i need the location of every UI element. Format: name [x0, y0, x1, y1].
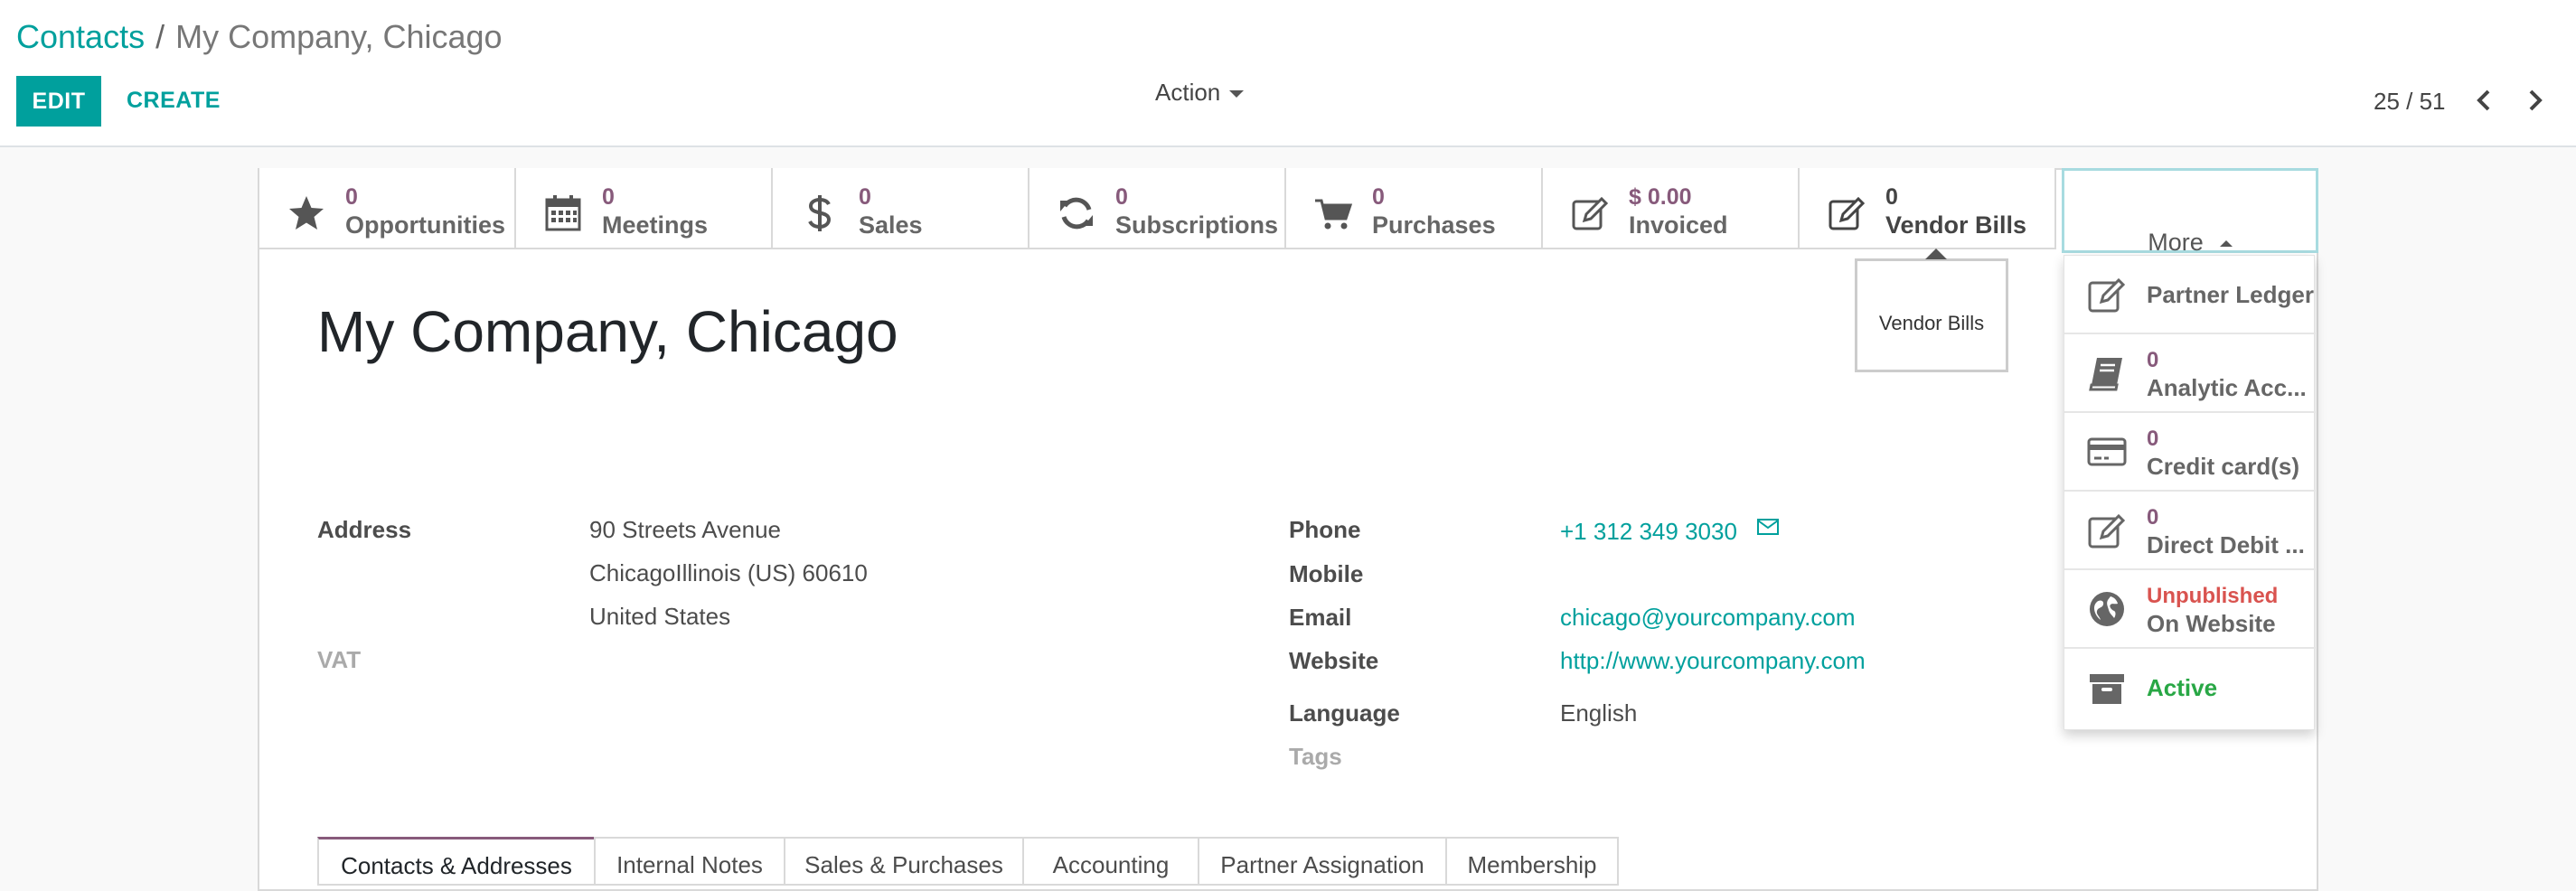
- breadcrumb-contacts-link[interactable]: Contacts: [16, 18, 145, 55]
- meetings-label: Meetings: [602, 211, 709, 239]
- phone-link[interactable]: +1 312 349 3030: [1560, 518, 1737, 546]
- calendar-icon: [543, 193, 583, 233]
- vendor-bills-count: 0: [1885, 184, 1898, 210]
- meetings-button[interactable]: 0 Meetings: [516, 168, 773, 249]
- credit-cards-label: Credit card(s): [2147, 453, 2300, 480]
- tab-contacts-addresses[interactable]: Contacts & Addresses: [317, 837, 596, 884]
- website-link[interactable]: http://www.yourcompany.com: [1560, 647, 1866, 675]
- sales-label: Sales: [859, 211, 923, 239]
- address-city: ChicagoIllinois (US) 60610: [589, 559, 868, 586]
- mobile-label: Mobile: [1289, 560, 1364, 587]
- globe-icon: [2086, 588, 2128, 630]
- subscriptions-label: Subscriptions: [1115, 211, 1279, 239]
- analytic-accounts-button[interactable]: 0 Analytic Acc...: [2064, 334, 2316, 413]
- active-toggle-button[interactable]: Active: [2064, 649, 2316, 727]
- vendor-bills-button[interactable]: 0 Vendor Bills: [1800, 168, 2056, 249]
- envelope-icon[interactable]: [1756, 518, 1780, 536]
- breadcrumb: Contacts / My Company, Chicago: [16, 18, 503, 56]
- edit-icon: [1827, 193, 1866, 233]
- active-label: Active: [2147, 674, 2218, 701]
- partner-ledger-label: Partner Ledger: [2147, 281, 2314, 308]
- credit-card-icon: [2086, 431, 2128, 473]
- address-street: 90 Streets Avenue: [589, 516, 782, 543]
- website-field-label: Website: [1289, 647, 1379, 674]
- edit-button[interactable]: EDIT: [16, 76, 101, 127]
- credit-cards-count: 0: [2147, 427, 2159, 451]
- language-value: English: [1560, 699, 1638, 727]
- tab-membership[interactable]: Membership: [1445, 837, 1619, 884]
- breadcrumb-current: My Company, Chicago: [175, 18, 503, 55]
- purchases-count: 0: [1372, 184, 1385, 210]
- analytic-accounts-label: Analytic Acc...: [2147, 374, 2307, 401]
- meetings-count: 0: [602, 184, 615, 210]
- more-label: More: [2148, 200, 2233, 256]
- direct-debit-button[interactable]: 0 Direct Debit ...: [2064, 492, 2316, 570]
- smart-button-box: 0 Opportunities 0 Meetings 0 Sales 0 Sub…: [259, 168, 2318, 249]
- edit-icon: [2086, 510, 2128, 551]
- phone-label: Phone: [1289, 516, 1361, 543]
- pager-next-button[interactable]: [2522, 85, 2549, 116]
- direct-debit-count: 0: [2147, 505, 2159, 530]
- tooltip-arrow: [1925, 249, 1947, 259]
- subscriptions-button[interactable]: 0 Subscriptions: [1029, 168, 1286, 249]
- website-label: On Website: [2147, 610, 2276, 637]
- opportunities-button[interactable]: 0 Opportunities: [259, 168, 516, 249]
- dollar-icon: [800, 193, 840, 233]
- direct-debit-label: Direct Debit ...: [2147, 531, 2305, 558]
- shopping-cart-icon: [1313, 193, 1353, 233]
- star-icon: [287, 193, 326, 233]
- more-dropdown-menu: Partner Ledger 0 Analytic Acc... 0 Credi…: [2064, 255, 2316, 730]
- purchases-label: Purchases: [1372, 211, 1496, 239]
- email-label: Email: [1289, 604, 1352, 631]
- invoiced-label: Invoiced: [1629, 211, 1728, 239]
- form-sheet: [258, 168, 2318, 891]
- edit-icon: [1570, 193, 1610, 233]
- tab-internal-notes[interactable]: Internal Notes: [594, 837, 785, 884]
- address-label: Address: [317, 516, 412, 543]
- action-dropdown[interactable]: Action: [1155, 79, 1245, 107]
- tab-accounting[interactable]: Accounting: [1022, 837, 1199, 884]
- caret-down-icon: [1229, 90, 1245, 98]
- archive-icon: [2086, 667, 2128, 708]
- vat-label: VAT: [317, 646, 362, 673]
- tab-partner-assignation[interactable]: Partner Assignation: [1198, 837, 1447, 884]
- invoiced-button[interactable]: $ 0.00 Invoiced: [1543, 168, 1800, 249]
- edit-icon: [2086, 274, 2128, 315]
- address-country: United States: [589, 603, 731, 630]
- tags-label: Tags: [1289, 743, 1342, 770]
- record-name: My Company, Chicago: [317, 299, 898, 364]
- email-link[interactable]: chicago@yourcompany.com: [1560, 604, 1856, 632]
- vendor-bills-label: Vendor Bills: [1885, 211, 2027, 239]
- refresh-icon: [1057, 193, 1096, 233]
- analytic-accounts-count: 0: [2147, 348, 2159, 372]
- notebook-tabs: Contacts & Addresses Internal Notes Sale…: [317, 837, 1619, 886]
- tooltip-text: Vendor Bills: [1878, 312, 1985, 334]
- caret-up-icon: [2219, 240, 2233, 248]
- website-publish-button[interactable]: Unpublished On Website: [2064, 570, 2316, 649]
- pager-previous-button[interactable]: [2470, 85, 2497, 116]
- pager-value[interactable]: 25 / 51: [2374, 88, 2446, 116]
- chevron-right-icon: [2529, 89, 2543, 111]
- purchases-button[interactable]: 0 Purchases: [1286, 168, 1543, 249]
- breadcrumb-separator: /: [155, 18, 165, 55]
- tab-sales-purchases[interactable]: Sales & Purchases: [784, 837, 1024, 884]
- action-label: Action: [1155, 79, 1221, 106]
- sales-button[interactable]: 0 Sales: [773, 168, 1029, 249]
- credit-cards-button[interactable]: 0 Credit card(s): [2064, 413, 2316, 492]
- book-icon: [2086, 352, 2128, 394]
- sales-count: 0: [859, 184, 871, 210]
- invoiced-amount: $ 0.00: [1629, 184, 1692, 210]
- chevron-left-icon: [2477, 89, 2490, 111]
- opportunities-count: 0: [345, 184, 358, 210]
- subscriptions-count: 0: [1115, 184, 1128, 210]
- opportunities-label: Opportunities: [345, 211, 505, 239]
- website-status: Unpublished: [2147, 584, 2279, 608]
- language-label: Language: [1289, 699, 1400, 727]
- create-button[interactable]: CREATE: [127, 88, 221, 114]
- partner-ledger-button[interactable]: Partner Ledger: [2064, 256, 2316, 334]
- control-panel: Contacts / My Company, Chicago EDIT CREATE…: [0, 0, 2576, 147]
- more-button[interactable]: More: [2062, 168, 2318, 256]
- vendor-bills-tooltip: Vendor Bills: [1855, 249, 2008, 372]
